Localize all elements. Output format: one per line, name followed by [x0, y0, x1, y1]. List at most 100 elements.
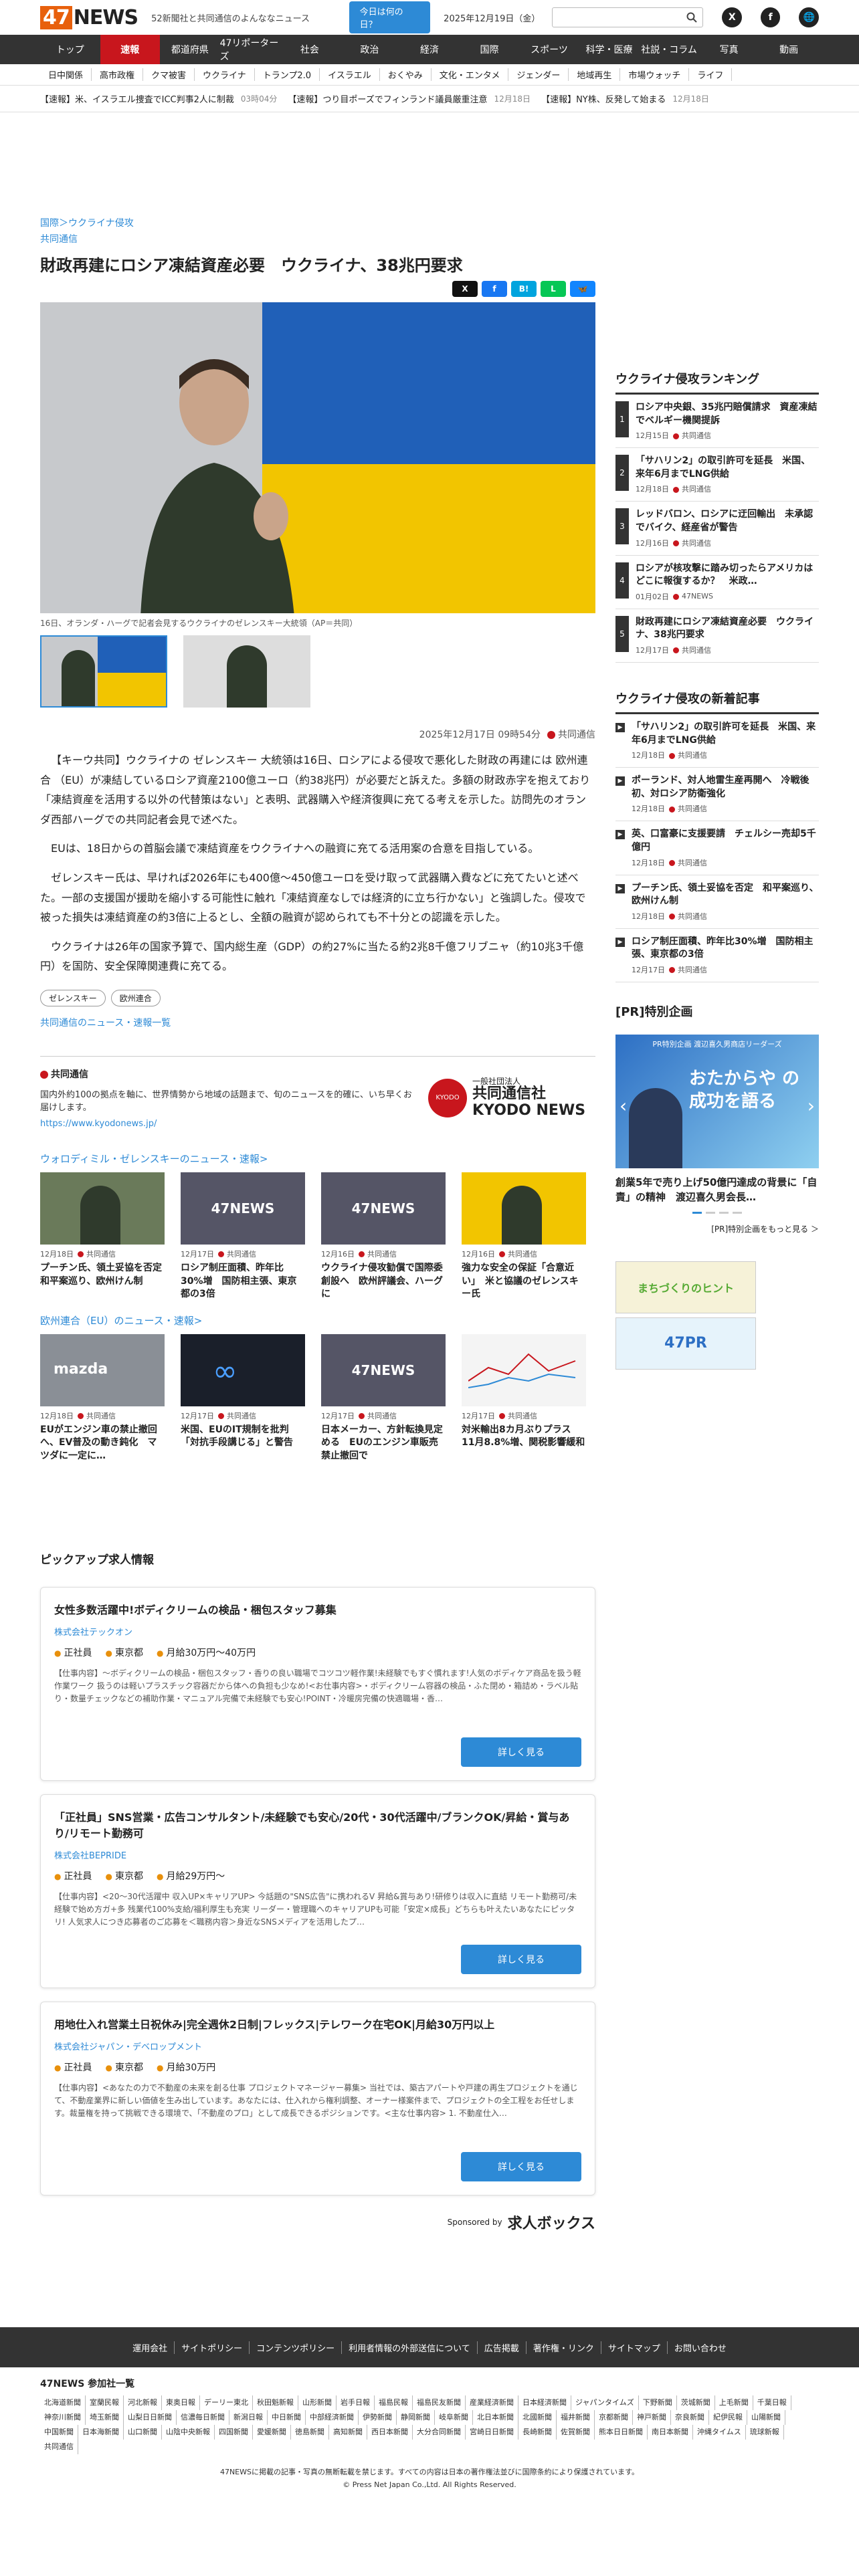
participant-link[interactable]: 神奈川新聞	[40, 2410, 86, 2425]
nav-item[interactable]: 動画	[759, 35, 819, 64]
subnav-item[interactable]: 高市政権	[92, 68, 144, 81]
subnav-item[interactable]: 日中関係	[40, 68, 92, 81]
pr-prev-icon[interactable]: ‹	[619, 1095, 627, 1117]
participant-link[interactable]: 中日新聞	[268, 2410, 306, 2425]
participant-link[interactable]: 河北新報	[124, 2395, 162, 2410]
participant-link[interactable]: 徳島新聞	[291, 2425, 329, 2440]
participant-link[interactable]: 共同通信	[40, 2440, 78, 2454]
job-card[interactable]: 「正社員」SNS営業・広告コンサルタント/未経験でも安心/20代・30代活躍中/…	[40, 1794, 595, 1988]
site-logo[interactable]: 47 NEWS	[40, 5, 138, 29]
new-article-item[interactable]: ▶ プーチン氏、領土妥協を否定 和平案巡り、欧州けん制 12月18日 共同通信	[615, 875, 819, 929]
today-button[interactable]: 今日は何の日？	[349, 1, 431, 33]
participant-link[interactable]: 熊本日日新聞	[595, 2425, 648, 2440]
participant-link[interactable]: 日本海新聞	[78, 2425, 124, 2440]
ticker-item[interactable]: 【速報】つり目ポーズでフィンランド議員厳重注意 12月18日	[288, 92, 531, 105]
participant-link[interactable]: 愛媛新聞	[253, 2425, 291, 2440]
footer-link[interactable]: お問い合わせ	[668, 2341, 733, 2354]
participant-link[interactable]: 伊勢新聞	[359, 2410, 397, 2425]
share-x-icon[interactable]: X	[452, 281, 478, 297]
ranking-item[interactable]: 5 財政再建にロシア凍結資産必要 ウクライナ、38兆円要求 12月17日 共同通信	[615, 609, 819, 663]
footer-link[interactable]: 広告掲載	[478, 2341, 527, 2354]
participant-link[interactable]: 下野新聞	[639, 2395, 677, 2410]
participant-link[interactable]: 山口新聞	[124, 2425, 162, 2440]
participant-link[interactable]: 埼玉新聞	[86, 2410, 124, 2425]
facebook-icon[interactable]: f	[760, 7, 781, 27]
participant-link[interactable]: 山陰中央新報	[162, 2425, 215, 2440]
related-eu-title[interactable]: 欧州連合（EU）のニュース・速報>	[40, 1313, 595, 1327]
footer-link[interactable]: 運用会社	[126, 2341, 175, 2354]
source-tag[interactable]: 共同通信	[40, 232, 595, 245]
footer-link[interactable]: コンテンツポリシー	[250, 2341, 343, 2354]
subnav-item[interactable]: クマ被害	[143, 68, 195, 81]
participant-link[interactable]: 神戸新聞	[633, 2410, 671, 2425]
news-card[interactable]: 12月16日 共同通信 強力な安全の保証「合意近い」 米と協議のゼレンスキー氏	[462, 1172, 586, 1301]
breadcrumb[interactable]: 国際＞ウクライナ侵攻	[40, 216, 595, 229]
participant-link[interactable]: 信濃毎日新聞	[177, 2410, 229, 2425]
nav-item[interactable]: 社会	[280, 35, 340, 64]
subnav-item[interactable]: ジェンダー	[508, 68, 569, 81]
participant-link[interactable]: 静岡新聞	[397, 2410, 435, 2425]
pr-more-link[interactable]: [PR]特別企画をもっと見る ＞	[615, 1223, 819, 1235]
participant-link[interactable]: 福島民友新聞	[413, 2395, 466, 2410]
nav-item[interactable]: 速報	[100, 35, 161, 64]
participant-link[interactable]: 京都新聞	[595, 2410, 633, 2425]
thumbnail-2[interactable]	[183, 635, 310, 708]
news-card[interactable]: mazda 12月18日 共同通信 EUがエンジン車の禁止撤回へ、EV普及の動き鈍化 …	[40, 1333, 165, 1463]
subnav-item[interactable]: ウクライナ	[195, 68, 255, 81]
participant-link[interactable]: 西日本新聞	[367, 2425, 413, 2440]
ranking-item[interactable]: 1 ロシア中央銀、35兆円賠償請求 資産凍結でベルギー機関提訴 12月15日 共同通信	[615, 395, 819, 449]
participant-link[interactable]: 日本経済新聞	[518, 2395, 571, 2410]
participant-link[interactable]: ジャパンタイムズ	[571, 2395, 639, 2410]
participant-link[interactable]: 紀伊民報	[709, 2410, 747, 2425]
share-bluesky-icon[interactable]: 🦋	[570, 281, 595, 297]
hero-image[interactable]	[40, 302, 595, 613]
nav-item[interactable]: 社説・コラム	[639, 35, 699, 64]
share-facebook-icon[interactable]: f	[482, 281, 507, 297]
x-icon[interactable]: X	[722, 7, 742, 27]
participant-link[interactable]: 大分合同新聞	[413, 2425, 466, 2440]
participant-link[interactable]: 山陽新聞	[747, 2410, 785, 2425]
kyodo-url[interactable]: https://www.kyodonews.jp/	[40, 1119, 415, 1129]
subnav-item[interactable]: トランプ2.0	[255, 68, 320, 81]
job-detail-button[interactable]: 詳しく見る	[461, 2151, 581, 2181]
footer-link[interactable]: サイトポリシー	[175, 2341, 250, 2354]
new-article-item[interactable]: ▶ 英、口富豪に支援要請 チェルシー売却5千億円 12月18日 共同通信	[615, 821, 819, 875]
ad-47pr[interactable]: 47PR	[615, 1317, 756, 1370]
globe-icon[interactable]: 🌐	[799, 7, 819, 27]
job-detail-button[interactable]: 詳しく見る	[461, 1737, 581, 1767]
participant-link[interactable]: 宮崎日日新聞	[466, 2425, 518, 2440]
news-card[interactable]: 47NEWS 12月17日 共同通信 日本メーカー、方針転換見定める EUのエンジン車…	[321, 1333, 446, 1463]
participant-link[interactable]: 秋田魁新報	[253, 2395, 298, 2410]
subnav-item[interactable]: 地域再生	[569, 68, 621, 81]
footer-link[interactable]: サイトマップ	[601, 2341, 668, 2354]
kyodo-logo[interactable]: KYODO 一般社団法人 共同通信社 KYODO NEWS	[428, 1077, 595, 1119]
participant-link[interactable]: デーリー東北	[200, 2395, 253, 2410]
participant-link[interactable]: 新潟日報	[229, 2410, 268, 2425]
new-article-item[interactable]: ▶ ポーランド、対人地雷生産再開へ 冷戦後初、対ロシア防衛強化 12月18日 共同通信	[615, 768, 819, 822]
thumbnail-1[interactable]	[40, 635, 167, 708]
new-article-item[interactable]: ▶ ロシア制圧面積、昨年比30%増 国防相主張、東京都の3倍 12月17日 共同通信	[615, 929, 819, 982]
pr-pager[interactable]	[615, 1211, 819, 1214]
participant-link[interactable]: 北海道新聞	[40, 2395, 86, 2410]
more-kyodo-link[interactable]: 共同通信のニュース・速報一覧	[40, 1016, 595, 1029]
participant-link[interactable]: 北日本新聞	[473, 2410, 518, 2425]
pr-banner[interactable]: PR特別企画 渡辺喜久男商店リーダーズ おたからや の成功を語る ‹ ›	[615, 1034, 819, 1168]
participant-link[interactable]: 山梨日日新聞	[124, 2410, 177, 2425]
nav-item[interactable]: 写真	[699, 35, 759, 64]
nav-item[interactable]: 47リポーターズ	[220, 35, 280, 64]
ranking-item[interactable]: 4 ロシアが核攻撃に踏み切ったらアメリカはどこに報復するか？ 米政… 01月02日 4…	[615, 556, 819, 609]
participant-link[interactable]: 佐賀新聞	[557, 2425, 595, 2440]
participant-link[interactable]: 奈良新聞	[671, 2410, 709, 2425]
participant-link[interactable]: 東奥日報	[162, 2395, 200, 2410]
participant-link[interactable]: 岐阜新聞	[435, 2410, 473, 2425]
participant-link[interactable]: 中部経済新聞	[306, 2410, 359, 2425]
job-detail-button[interactable]: 詳しく見る	[461, 1944, 581, 1974]
share-hatena-icon[interactable]: B!	[511, 281, 537, 297]
ranking-item[interactable]: 2 「サハリン2」の取引許可を延長 米国、来年6月までLNG供給 12月18日 共同通…	[615, 448, 819, 502]
participant-link[interactable]: 高知新聞	[329, 2425, 367, 2440]
nav-item[interactable]: トップ	[40, 35, 100, 64]
news-card[interactable]: 12月18日 共同通信 プーチン氏、領土妥協を否定 和平案巡り、欧州けん制	[40, 1172, 171, 1301]
subnav-item[interactable]: 文化・エンタメ	[432, 68, 509, 81]
subnav-item[interactable]: イスラエル	[320, 68, 380, 81]
subnav-item[interactable]: おくやみ	[380, 68, 432, 81]
